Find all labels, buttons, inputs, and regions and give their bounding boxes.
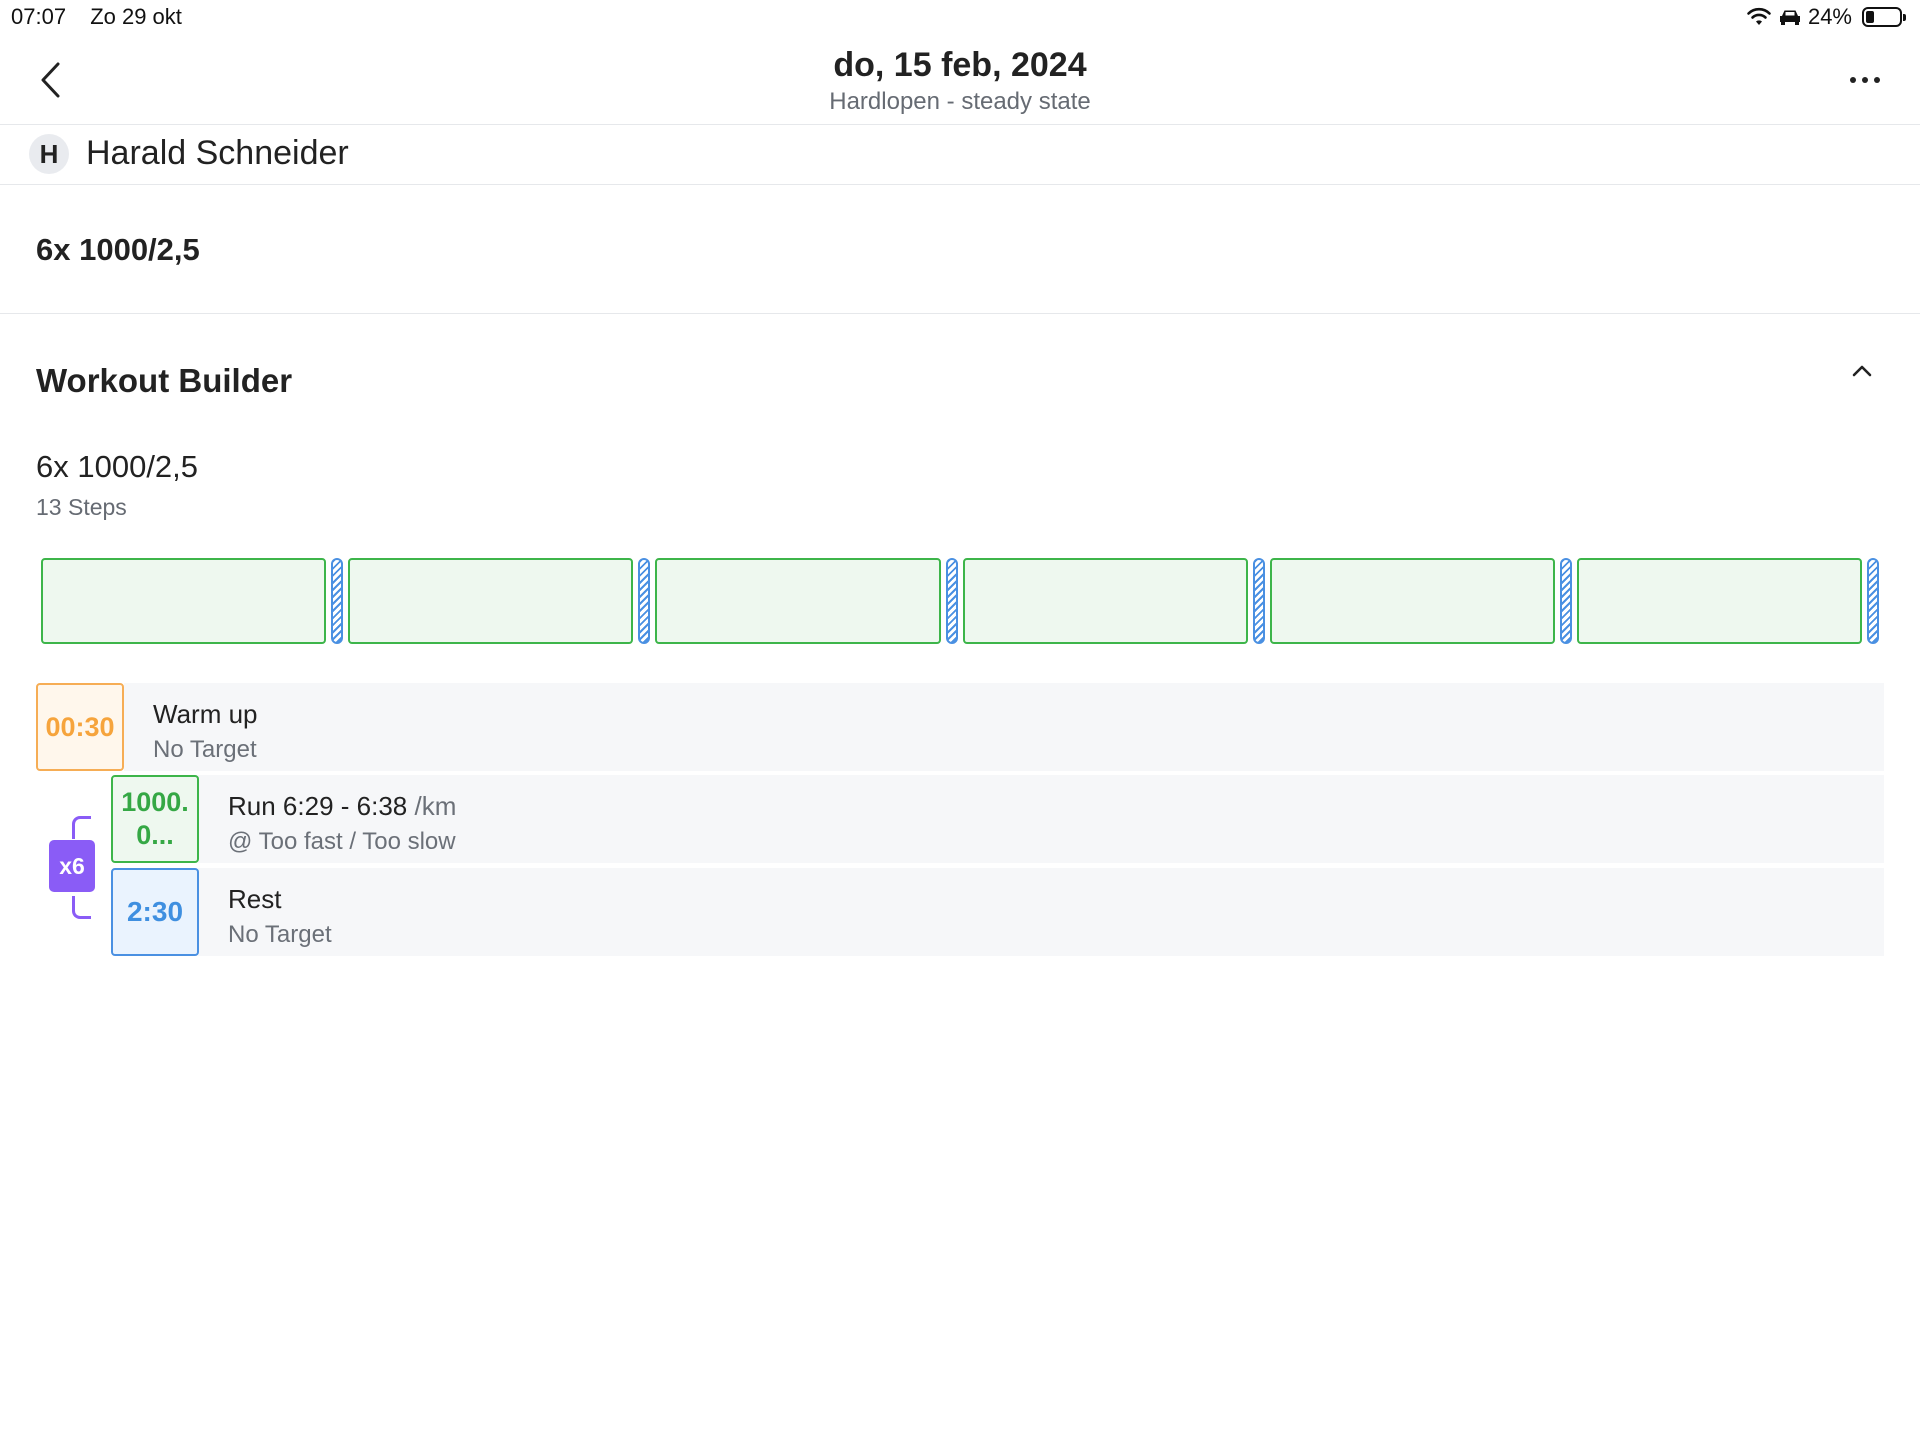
timeline-run-segment[interactable]: [655, 558, 941, 644]
plan-name: 6x 1000/2,5: [36, 449, 199, 484]
step-target: No Target: [153, 736, 257, 763]
workout-builder-title: Workout Builder: [36, 362, 293, 399]
timeline-run-segment[interactable]: [1576, 558, 1863, 644]
step-name: Run 6:29 - 6:38 /km: [228, 791, 456, 822]
status-bar-left: 07:07 Zo 29 okt: [11, 4, 200, 30]
step-pace-range: Run 6:29 - 6:38: [228, 791, 408, 821]
step-row-warmup[interactable]: [124, 683, 1884, 771]
timeline-rest-segment[interactable]: [331, 558, 344, 644]
timeline-run-segment[interactable]: [1269, 558, 1555, 644]
repeat-bracket-bottom: [72, 896, 91, 919]
car-icon: [1779, 10, 1800, 25]
battery-icon: [1862, 7, 1906, 27]
workout-divider: [0, 313, 1920, 314]
timeline-run-segment[interactable]: [348, 558, 634, 644]
step-distance-badge[interactable]: 1000. 0...: [111, 775, 199, 863]
step-duration-badge[interactable]: 00:30: [36, 683, 124, 771]
header-divider: [0, 124, 1920, 125]
step-target: @ Too fast / Too slow: [228, 828, 456, 855]
timeline-run-segment[interactable]: [962, 558, 1248, 644]
timeline-rest-segment[interactable]: [638, 558, 651, 644]
timeline-rest-segment[interactable]: [1559, 558, 1572, 644]
wifi-icon: [1747, 7, 1771, 25]
more-horizontal-icon: [1850, 77, 1880, 83]
step-pace-unit: /km: [414, 791, 457, 821]
step-distance-line1: 1000.: [121, 787, 189, 817]
collapse-button[interactable]: [1842, 356, 1882, 386]
timeline-run-segment[interactable]: [41, 558, 327, 644]
timeline-rest-segment[interactable]: [1867, 558, 1880, 644]
status-time: 07:07: [11, 4, 67, 29]
chevron-up-icon: [1852, 365, 1872, 377]
status-bar-right: 24%: [1746, 4, 1906, 30]
step-row-rest[interactable]: [198, 868, 1884, 956]
repeat-count-badge[interactable]: x6: [49, 840, 95, 892]
athlete-divider: [0, 184, 1920, 185]
timeline-rest-segment[interactable]: [945, 558, 958, 644]
workout-timeline[interactable]: [41, 558, 1884, 646]
timeline-rest-segment[interactable]: [1252, 558, 1265, 644]
repeat-bracket-top: [72, 816, 91, 839]
battery-percentage: 24%: [1807, 4, 1852, 29]
page-subtitle: Hardlopen - steady state: [829, 88, 1091, 115]
step-distance-line2: 0...: [136, 820, 174, 850]
battery-fill: [1866, 11, 1874, 23]
page-title: do, 15 feb, 2024: [833, 46, 1087, 84]
athlete-avatar: H: [29, 134, 69, 174]
step-duration-badge[interactable]: 2:30: [111, 868, 199, 956]
step-name: Rest: [228, 884, 282, 914]
step-target: No Target: [228, 921, 332, 948]
step-name: Warm up: [153, 699, 258, 729]
workout-title[interactable]: 6x 1000/2,5: [36, 232, 200, 268]
status-date: Zo 29 okt: [90, 4, 182, 29]
plan-steps-count: 13 Steps: [36, 494, 127, 520]
more-options-button[interactable]: [1840, 60, 1890, 100]
athlete-name: Harald Schneider: [86, 134, 349, 172]
